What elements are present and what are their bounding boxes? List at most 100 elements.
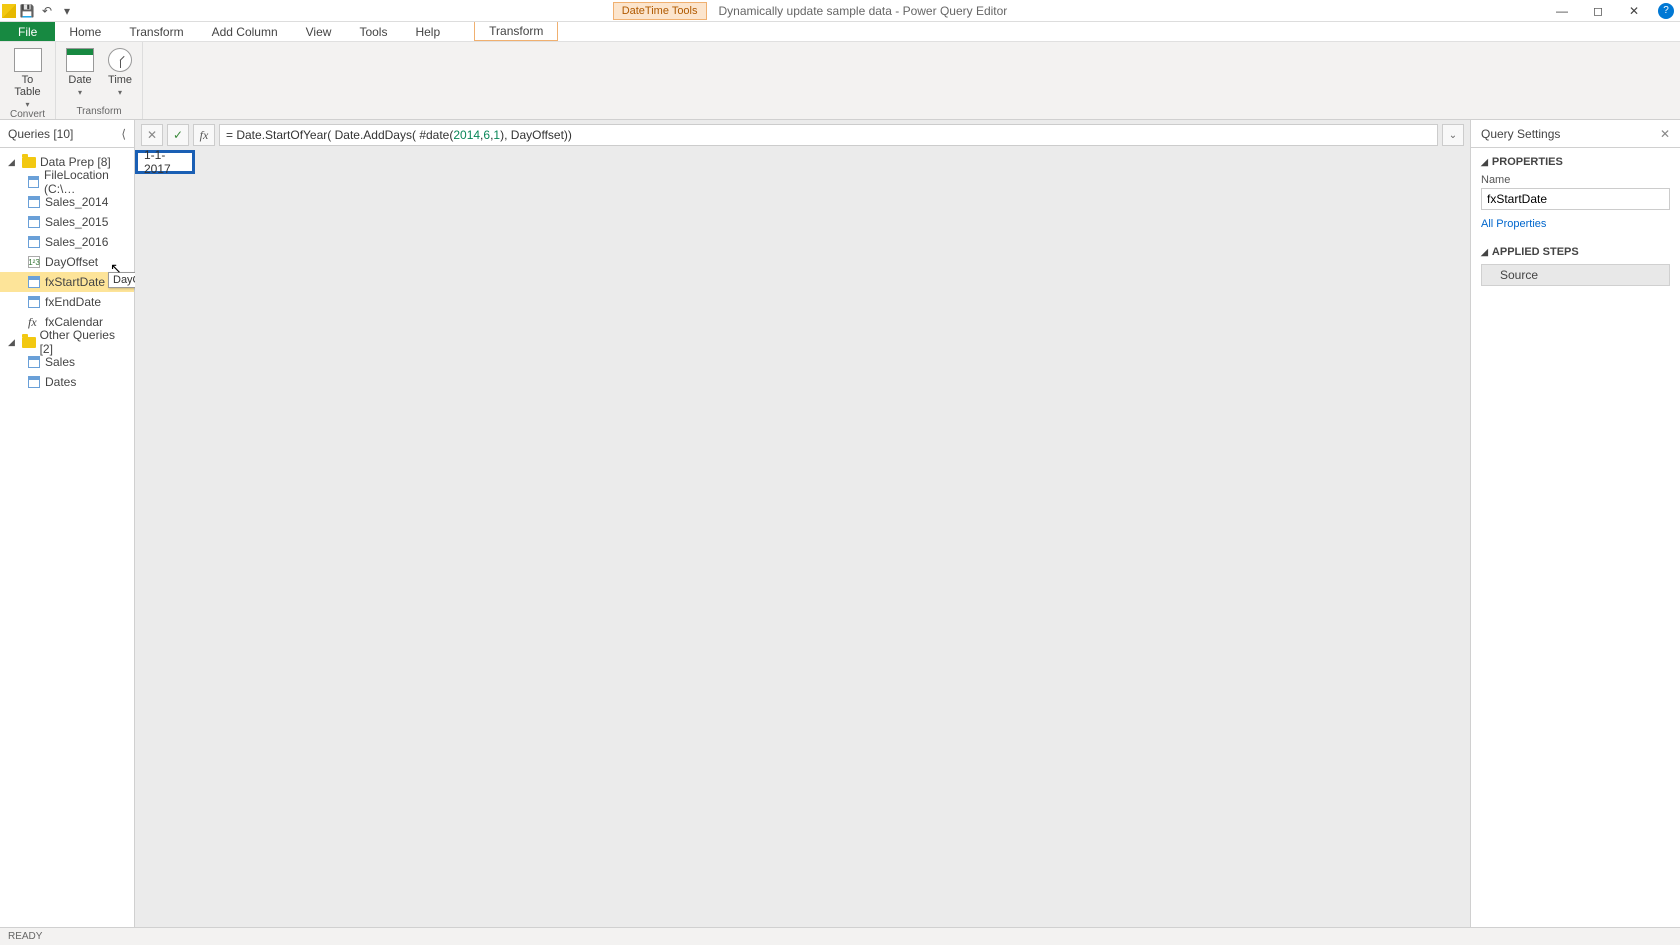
formula-text: = Date.StartOfYear( Date.AddDays( #date( [226, 128, 453, 142]
menu-file[interactable]: File [0, 22, 55, 41]
formula-cancel-button[interactable]: ✕ [141, 124, 163, 146]
settings-title: Query Settings [1481, 127, 1560, 141]
ribbon-group-convert: To Table ▾ Convert [0, 42, 56, 119]
status-text: READY [8, 931, 42, 942]
date-button[interactable]: Date ▾ [66, 48, 94, 97]
query-sales-2016[interactable]: Sales_2016 [0, 232, 134, 252]
query-label: fxEndDate [45, 295, 101, 309]
status-bar: READY [0, 927, 1680, 945]
formula-text: ), DayOffset)) [500, 128, 572, 142]
number-icon: 1²3 [28, 256, 40, 268]
folder-icon [22, 337, 36, 348]
chevron-down-icon: ▾ [118, 88, 122, 97]
properties-section: ◢ PROPERTIES Name All Properties [1471, 148, 1680, 238]
folder-other-queries[interactable]: ◢ Other Queries [2] [0, 332, 134, 352]
app-icon [2, 4, 16, 18]
close-pane-icon[interactable]: ✕ [1660, 127, 1670, 141]
query-dates[interactable]: Dates [0, 372, 134, 392]
qat-dropdown-icon[interactable]: ▾ [58, 2, 76, 20]
query-label: DayOffset [45, 255, 98, 269]
query-name-input[interactable] [1481, 188, 1670, 210]
query-label: fxStartDate [45, 275, 105, 289]
menu-transform[interactable]: Transform [115, 22, 197, 41]
clock-icon [108, 48, 132, 72]
body: Queries [10] ⟨ ◢ Data Prep [8] FileLocat… [0, 120, 1680, 927]
query-fxenddate[interactable]: fxEndDate [0, 292, 134, 312]
menu-view[interactable]: View [292, 22, 346, 41]
menu-home[interactable]: Home [55, 22, 115, 41]
steps-heading[interactable]: ◢ APPLIED STEPS [1481, 246, 1670, 258]
collapse-pane-icon[interactable]: ⟨ [121, 127, 126, 141]
table-icon [28, 276, 40, 288]
query-label: Sales_2015 [45, 215, 108, 229]
query-settings-pane: Query Settings ✕ ◢ PROPERTIES Name All P… [1470, 120, 1680, 927]
main-area: ✕ ✓ fx = Date.StartOfYear( Date.AddDays(… [135, 120, 1470, 927]
table-icon [28, 196, 40, 208]
table-icon [28, 176, 39, 188]
all-properties-link[interactable]: All Properties [1481, 218, 1670, 230]
minimize-button[interactable]: — [1544, 0, 1580, 22]
menu-context-transform[interactable]: Transform [474, 22, 558, 41]
properties-title-text: PROPERTIES [1492, 156, 1563, 168]
queries-tree: ◢ Data Prep [8] FileLocation (C:\… Sales… [0, 148, 134, 396]
time-button[interactable]: Time ▾ [108, 48, 132, 97]
table-icon [28, 376, 40, 388]
formula-num: 6 [483, 128, 490, 142]
function-icon: fx [28, 315, 40, 330]
date-label: Date [68, 74, 91, 86]
chevron-down-icon: ▾ [25, 100, 29, 109]
menu-bar: File Home Transform Add Column View Tool… [0, 22, 1680, 42]
properties-heading[interactable]: ◢ PROPERTIES [1481, 156, 1670, 168]
table-icon [28, 236, 40, 248]
to-table-button[interactable]: To Table ▾ [14, 48, 42, 109]
table-icon [28, 296, 40, 308]
name-label: Name [1481, 174, 1670, 186]
result-cell[interactable]: 1-1-2017 [135, 150, 195, 174]
group-label-transform: Transform [76, 106, 121, 119]
help-icon[interactable]: ? [1658, 3, 1674, 19]
query-label: FileLocation (C:\… [44, 168, 134, 196]
formula-num: 2014 [453, 128, 480, 142]
query-sales-2015[interactable]: Sales_2015 [0, 212, 134, 232]
table-icon [28, 216, 40, 228]
formula-fx-button[interactable]: fx [193, 124, 215, 146]
chevron-down-icon: ▾ [78, 88, 82, 97]
queries-pane: Queries [10] ⟨ ◢ Data Prep [8] FileLocat… [0, 120, 135, 927]
steps-title-text: APPLIED STEPS [1492, 246, 1579, 258]
query-label: fxCalendar [45, 315, 103, 329]
maximize-button[interactable]: ◻ [1580, 0, 1616, 22]
query-label: Dates [45, 375, 76, 389]
step-source[interactable]: Source [1481, 264, 1670, 286]
caret-down-icon: ◢ [8, 157, 18, 168]
steps-list: Source [1481, 264, 1670, 286]
preview-area: 1-1-2017 [135, 150, 1470, 927]
calendar-icon [66, 48, 94, 72]
query-dayoffset[interactable]: 1²3 DayOffset [0, 252, 134, 272]
formula-commit-button[interactable]: ✓ [167, 124, 189, 146]
folder-label: Data Prep [8] [40, 155, 111, 169]
settings-header: Query Settings ✕ [1471, 120, 1680, 148]
undo-icon[interactable]: ↶ [38, 2, 56, 20]
query-label: Sales_2016 [45, 235, 108, 249]
formula-expand-button[interactable]: ⌄ [1442, 124, 1464, 146]
menu-tools[interactable]: Tools [345, 22, 401, 41]
folder-label: Other Queries [2] [40, 328, 130, 356]
queries-header: Queries [10] ⟨ [0, 120, 134, 148]
close-button[interactable]: ✕ [1616, 0, 1652, 22]
formula-num: 1 [493, 128, 500, 142]
caret-down-icon: ◢ [8, 337, 18, 348]
formula-input[interactable]: = Date.StartOfYear( Date.AddDays( #date(… [219, 124, 1438, 146]
menu-add-column[interactable]: Add Column [198, 22, 292, 41]
save-icon[interactable]: 💾 [18, 2, 36, 20]
context-tab-label: DateTime Tools [613, 2, 707, 20]
formula-bar: ✕ ✓ fx = Date.StartOfYear( Date.AddDays(… [135, 120, 1470, 150]
caret-down-icon: ◢ [1481, 157, 1488, 168]
menu-help[interactable]: Help [401, 22, 454, 41]
ribbon-group-transform: Date ▾ Time ▾ Transform [56, 42, 143, 119]
caret-down-icon: ◢ [1481, 247, 1488, 258]
title-bar: 💾 ↶ ▾ DateTime Tools Dynamically update … [0, 0, 1680, 22]
query-label: Sales [45, 355, 75, 369]
query-filelocation[interactable]: FileLocation (C:\… [0, 172, 134, 192]
to-table-label: To Table [14, 74, 40, 98]
folder-icon [22, 157, 36, 168]
